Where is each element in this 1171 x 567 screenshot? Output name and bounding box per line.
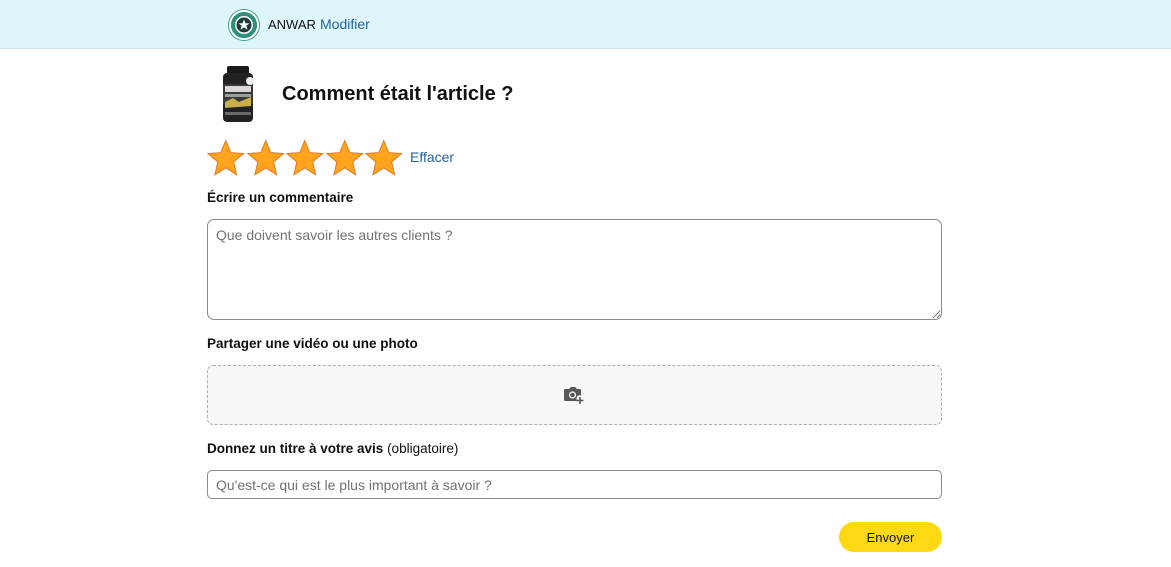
username: ANWAR	[268, 17, 316, 32]
review-title-input[interactable]	[207, 470, 942, 499]
page-title: Comment était l'article ?	[282, 83, 514, 105]
camera-add-icon[interactable]	[563, 386, 585, 405]
product-thumbnail	[219, 64, 257, 124]
modify-profile-link[interactable]: Modifier	[320, 16, 370, 32]
clear-rating-link[interactable]: Effacer	[410, 149, 454, 165]
submit-button[interactable]: Envoyer	[839, 522, 942, 552]
media-label: Partager une vidéo ou une photo	[207, 336, 418, 351]
star-rating[interactable]	[206, 139, 404, 177]
media-upload-zone[interactable]	[207, 365, 942, 425]
star-badge-avatar-icon	[231, 12, 257, 38]
star-2-icon[interactable]	[246, 139, 286, 177]
required-note: (obligatoire)	[387, 441, 459, 456]
review-title-label: Donnez un titre à votre avis (obligatoir…	[207, 441, 458, 456]
star-1-icon[interactable]	[206, 139, 246, 177]
comment-textarea[interactable]	[207, 219, 942, 320]
star-3-icon[interactable]	[285, 139, 325, 177]
star-5-icon[interactable]	[364, 139, 404, 177]
avatar[interactable]	[229, 10, 259, 40]
star-4-icon[interactable]	[325, 139, 365, 177]
top-bar: ANWAR Modifier	[0, 0, 1171, 49]
supplement-bottle-icon	[223, 66, 254, 122]
review-title-label-text: Donnez un titre à votre avis	[207, 441, 384, 456]
comment-label: Écrire un commentaire	[207, 190, 354, 205]
